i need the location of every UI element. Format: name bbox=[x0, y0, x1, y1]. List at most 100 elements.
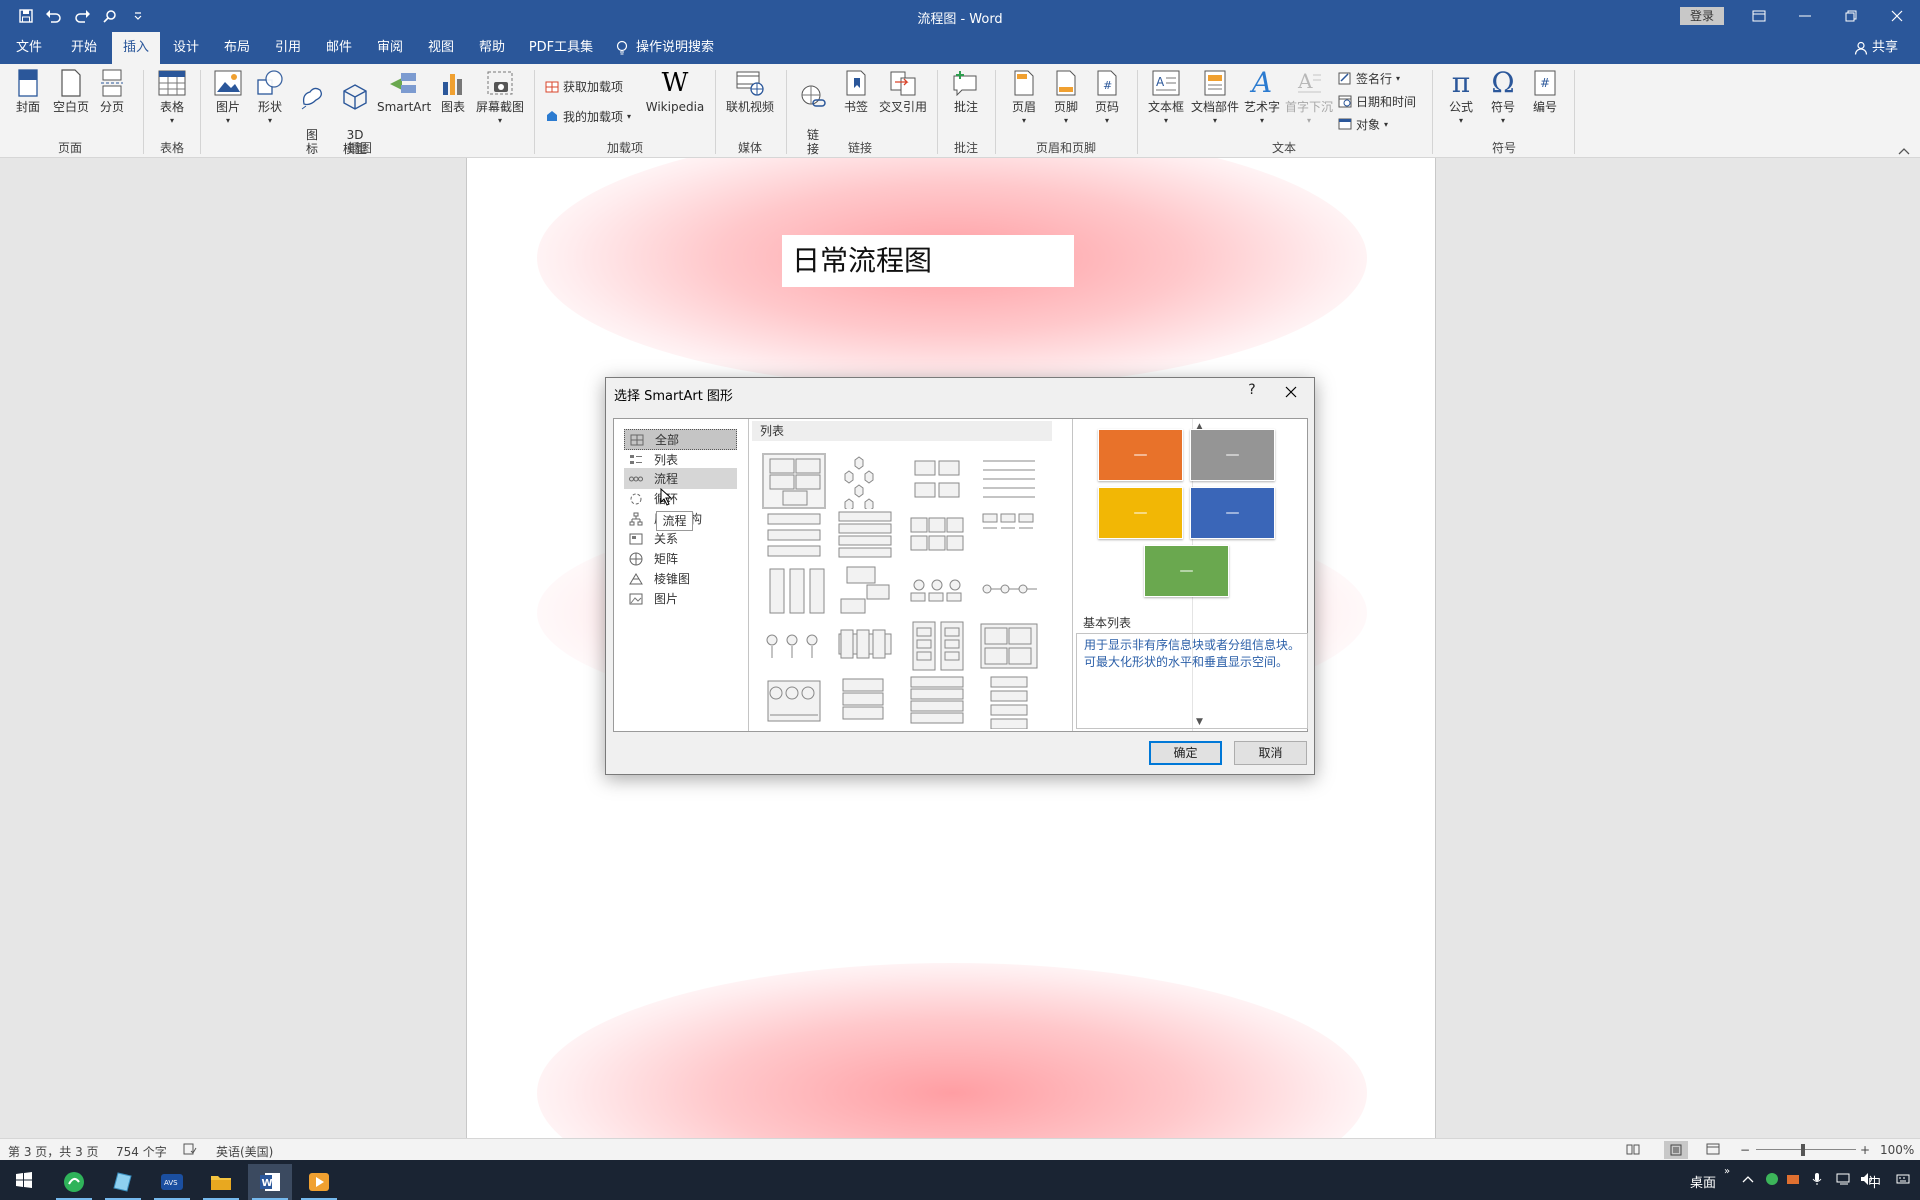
smartart-layout-thumbnail[interactable] bbox=[833, 508, 897, 564]
zoom-out-icon[interactable]: − bbox=[1740, 1143, 1750, 1157]
get-addins-button[interactable]: 获取加载项 bbox=[545, 76, 623, 96]
smartart-layout-thumbnail[interactable] bbox=[905, 563, 969, 619]
ime-settings-icon[interactable] bbox=[1896, 1172, 1910, 1190]
read-mode-icon[interactable] bbox=[1626, 1143, 1640, 1158]
tab-insert[interactable]: 插入 bbox=[112, 32, 160, 64]
tab-view[interactable]: 视图 bbox=[421, 32, 461, 64]
tab-mailings[interactable]: 邮件 bbox=[319, 32, 359, 64]
cross-reference-button[interactable]: 交叉引用 bbox=[878, 68, 928, 114]
cancel-button[interactable]: 取消 bbox=[1234, 741, 1307, 765]
chart-button[interactable]: 图表 bbox=[437, 68, 469, 114]
smartart-layout-thumbnail[interactable] bbox=[833, 453, 897, 512]
tell-me-search[interactable]: 操作说明搜索 bbox=[616, 32, 728, 64]
shapes-button[interactable]: 形状 ▾ bbox=[253, 68, 287, 128]
tab-references[interactable]: 引用 bbox=[268, 32, 308, 64]
smartart-layout-thumbnail[interactable] bbox=[833, 673, 897, 729]
print-layout-icon[interactable] bbox=[1664, 1141, 1688, 1159]
category-process[interactable]: 流程 bbox=[624, 468, 737, 489]
minimize-icon[interactable] bbox=[1782, 0, 1828, 32]
ime-mode[interactable]: 中 bbox=[1868, 1172, 1881, 1191]
textbox-button[interactable]: A 文本框 ▾ bbox=[1146, 68, 1186, 128]
wordart-button[interactable]: A 艺术字 ▾ bbox=[1243, 68, 1281, 128]
toolbar-expand-icon[interactable]: » bbox=[1724, 1166, 1730, 1177]
collapse-ribbon-icon[interactable] bbox=[1898, 144, 1910, 158]
quick-parts-button[interactable]: 文档部件 ▾ bbox=[1190, 68, 1240, 128]
file-explorer-icon[interactable] bbox=[199, 1164, 243, 1200]
tab-home[interactable]: 开始 bbox=[64, 32, 104, 64]
tab-help[interactable]: 帮助 bbox=[472, 32, 512, 64]
restore-icon[interactable] bbox=[1828, 0, 1874, 32]
word-count[interactable]: 754 个字 bbox=[116, 1143, 167, 1160]
smartart-layout-thumbnail[interactable] bbox=[905, 508, 969, 564]
tab-layout[interactable]: 布局 bbox=[217, 32, 257, 64]
footer-button[interactable]: 页脚 ▾ bbox=[1050, 68, 1082, 128]
smartart-layout-thumbnail[interactable] bbox=[977, 563, 1041, 619]
category-list-type[interactable]: 列表 bbox=[624, 449, 737, 470]
dialog-help-button[interactable]: ? bbox=[1242, 382, 1262, 398]
smartart-layout-thumbnail[interactable] bbox=[762, 618, 826, 674]
date-time-button[interactable]: 日期和时间 bbox=[1338, 91, 1416, 111]
ribbon-display-options-icon[interactable] bbox=[1736, 0, 1782, 32]
smartart-layout-thumbnail[interactable] bbox=[905, 673, 969, 729]
page-break-button[interactable]: 分页 bbox=[96, 68, 128, 114]
smartart-layout-thumbnail[interactable] bbox=[762, 673, 826, 729]
category-all[interactable]: 全部 bbox=[624, 429, 737, 450]
show-hidden-icons-icon[interactable] bbox=[1742, 1172, 1754, 1187]
comment-button[interactable]: 批注 bbox=[948, 68, 984, 114]
smartart-layout-thumbnail[interactable] bbox=[977, 453, 1041, 509]
drop-cap-button[interactable]: A 首字下沉 ▾ bbox=[1284, 68, 1334, 128]
icons-button[interactable]: 图 标 bbox=[297, 68, 327, 170]
document-heading[interactable]: 日常流程图 bbox=[782, 235, 1074, 287]
desktop-toolbar[interactable]: 桌面 bbox=[1690, 1172, 1716, 1191]
signature-line-button[interactable]: 签名行 ▾ bbox=[1338, 68, 1400, 88]
web-layout-icon[interactable] bbox=[1706, 1143, 1720, 1158]
category-pyramid[interactable]: 棱锥图 bbox=[624, 568, 737, 589]
tab-file[interactable]: 文件 bbox=[10, 32, 48, 64]
my-addins-button[interactable]: 我的加载项 ▾ bbox=[545, 106, 631, 126]
share-button[interactable]: 共享 bbox=[1854, 32, 1898, 64]
table-button[interactable]: 表格 ▾ bbox=[155, 68, 189, 128]
picture-button[interactable]: 图片 ▾ bbox=[212, 68, 244, 128]
category-cycle[interactable]: 循环 bbox=[624, 488, 737, 509]
screenshot-button[interactable]: 屏幕截图 ▾ bbox=[474, 68, 526, 128]
zoom-level[interactable]: 100% bbox=[1880, 1143, 1914, 1157]
smartart-layout-thumbnail[interactable] bbox=[977, 508, 1041, 564]
smartart-layout-thumbnail[interactable] bbox=[833, 618, 897, 674]
header-button[interactable]: 页眉 ▾ bbox=[1008, 68, 1040, 128]
browser-app-icon[interactable] bbox=[52, 1164, 96, 1200]
smartart-layout-thumbnail[interactable] bbox=[762, 563, 826, 619]
link-button[interactable]: 链 接 bbox=[796, 68, 830, 170]
zoom-slider[interactable] bbox=[1756, 1149, 1856, 1150]
smartart-layout-thumbnail[interactable] bbox=[762, 508, 826, 564]
start-windows-icon[interactable] bbox=[2, 1162, 46, 1198]
category-picture[interactable]: 图片 bbox=[624, 588, 737, 609]
smartart-layout-thumbnail[interactable] bbox=[977, 618, 1041, 674]
zoom-in-icon[interactable]: + bbox=[1860, 1143, 1870, 1157]
online-video-button[interactable]: 联机视频 bbox=[725, 68, 775, 114]
tab-review[interactable]: 审阅 bbox=[370, 32, 410, 64]
tab-design[interactable]: 设计 bbox=[166, 32, 206, 64]
video-app-icon[interactable]: AVS bbox=[150, 1164, 194, 1200]
wikipedia-button[interactable]: W Wikipedia bbox=[644, 68, 706, 114]
media-player-icon[interactable] bbox=[297, 1164, 341, 1200]
login-button[interactable]: 登录 bbox=[1680, 7, 1724, 25]
proofing-icon[interactable] bbox=[183, 1143, 197, 1158]
tab-pdf-tools[interactable]: PDF工具集 bbox=[528, 32, 594, 64]
microphone-icon[interactable] bbox=[1812, 1172, 1822, 1190]
notes-app-icon[interactable] bbox=[101, 1164, 145, 1200]
bookmark-button[interactable]: 书签 bbox=[840, 68, 872, 114]
blank-page-button[interactable]: 空白页 bbox=[51, 68, 91, 114]
network-icon[interactable] bbox=[1836, 1172, 1852, 1190]
equation-button[interactable]: π 公式 ▾ bbox=[1444, 68, 1478, 128]
smartart-button[interactable]: SmartArt bbox=[377, 68, 431, 114]
object-button[interactable]: 对象 ▾ bbox=[1338, 114, 1388, 134]
ok-button[interactable]: 确定 bbox=[1149, 741, 1222, 765]
symbol-button[interactable]: Ω 符号 ▾ bbox=[1486, 68, 1520, 128]
page-count[interactable]: 第 3 页，共 3 页 bbox=[8, 1143, 99, 1160]
dialog-close-icon[interactable] bbox=[1276, 379, 1306, 405]
page-number-button[interactable]: # 页码 ▾ bbox=[1091, 68, 1123, 128]
smartart-layout-thumbnail[interactable] bbox=[762, 453, 826, 509]
smartart-layout-thumbnail[interactable] bbox=[905, 618, 969, 674]
smartart-layout-thumbnail[interactable] bbox=[977, 673, 1041, 730]
language[interactable]: 英语(美国) bbox=[216, 1143, 273, 1160]
